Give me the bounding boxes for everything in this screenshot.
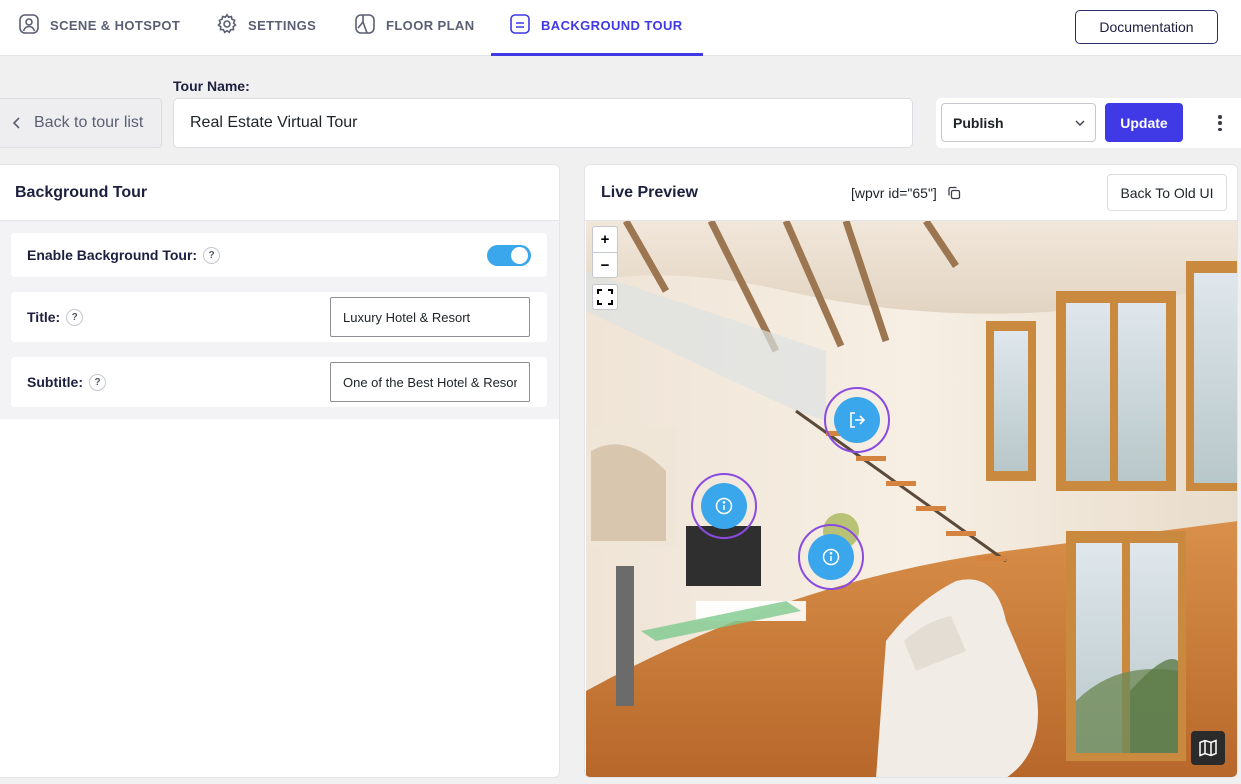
preview-header: Live Preview [wpvr id="65"] Back To Old … (585, 165, 1237, 221)
tab-label: SETTINGS (248, 18, 317, 33)
more-options-icon[interactable] (1212, 112, 1228, 134)
help-icon[interactable]: ? (66, 308, 84, 326)
enable-background-tour-row: Enable Background Tour: ? (11, 233, 547, 277)
tab-scene-hotspot[interactable]: SCENE & HOTSPOT (18, 0, 180, 56)
status-selected-value: Publish (953, 114, 1004, 131)
tab-label: SCENE & HOTSPOT (50, 18, 181, 33)
preview-title: Live Preview (601, 184, 698, 201)
update-button[interactable]: Update (1105, 103, 1183, 142)
exit-icon (850, 412, 866, 428)
title-row: Title: ? (11, 292, 547, 342)
status-select[interactable]: Publish (941, 103, 1096, 142)
panorama-image (586, 221, 1237, 777)
zoom-controls: + − (592, 226, 618, 278)
enable-background-tour-toggle[interactable] (487, 245, 531, 266)
subtitle-label: Subtitle: (27, 374, 83, 390)
enable-label: Enable Background Tour: (27, 247, 198, 263)
floor-map-button[interactable] (1191, 731, 1225, 765)
documentation-button[interactable]: Documentation (1075, 10, 1218, 44)
top-navigation: SCENE & HOTSPOT SETTINGS FLOOR PLAN BACK… (0, 0, 1241, 56)
shortcode: [wpvr id="65"] (851, 185, 961, 201)
tour-name-input[interactable] (173, 98, 913, 148)
chevron-left-icon (12, 117, 20, 129)
map-icon (1199, 739, 1217, 757)
background-tour-panel: Background Tour Enable Background Tour: … (0, 164, 560, 778)
gear-icon (217, 13, 237, 34)
background-tour-icon (510, 14, 530, 34)
title-label: Title: (27, 309, 61, 325)
settings-area: Enable Background Tour: ? Title: ? Subti… (0, 221, 559, 419)
zoom-in-button[interactable]: + (593, 227, 617, 252)
copy-icon[interactable] (947, 186, 961, 200)
subtitle-input[interactable] (330, 362, 530, 402)
zoom-out-button[interactable]: − (593, 252, 617, 277)
hotspot-info[interactable] (691, 473, 757, 539)
publish-controls: Publish Update (936, 98, 1241, 148)
tab-floor-plan[interactable]: FLOOR PLAN (354, 0, 475, 56)
tab-label: BACKGROUND TOUR (541, 18, 683, 33)
panorama-viewer[interactable]: + − (586, 221, 1237, 777)
back-to-tour-list-button[interactable]: Back to tour list (0, 98, 162, 148)
subtitle-row: Subtitle: ? (11, 357, 547, 407)
panel-title: Background Tour (0, 165, 559, 221)
help-icon[interactable]: ? (89, 373, 106, 391)
help-icon[interactable]: ? (203, 246, 221, 264)
title-input[interactable] (330, 297, 530, 337)
tab-label: FLOOR PLAN (386, 18, 475, 33)
chevron-down-icon (1075, 120, 1085, 126)
scene-icon (19, 14, 39, 34)
fullscreen-icon (597, 289, 613, 305)
fullscreen-button[interactable] (592, 284, 618, 310)
info-icon (715, 497, 733, 515)
hotspot-scene-link[interactable] (824, 387, 890, 453)
tab-background-tour[interactable]: BACKGROUND TOUR (491, 0, 703, 56)
info-icon (822, 548, 840, 566)
tab-settings[interactable]: SETTINGS (216, 0, 316, 56)
back-label: Back to tour list (34, 114, 144, 131)
live-preview-panel: Live Preview [wpvr id="65"] Back To Old … (584, 164, 1238, 778)
floor-plan-icon (355, 14, 375, 34)
shortcode-text: [wpvr id="65"] (851, 185, 937, 201)
hotspot-info[interactable] (798, 524, 864, 590)
back-to-old-ui-button[interactable]: Back To Old UI (1107, 174, 1227, 211)
tour-name-label: Tour Name: (173, 78, 250, 94)
